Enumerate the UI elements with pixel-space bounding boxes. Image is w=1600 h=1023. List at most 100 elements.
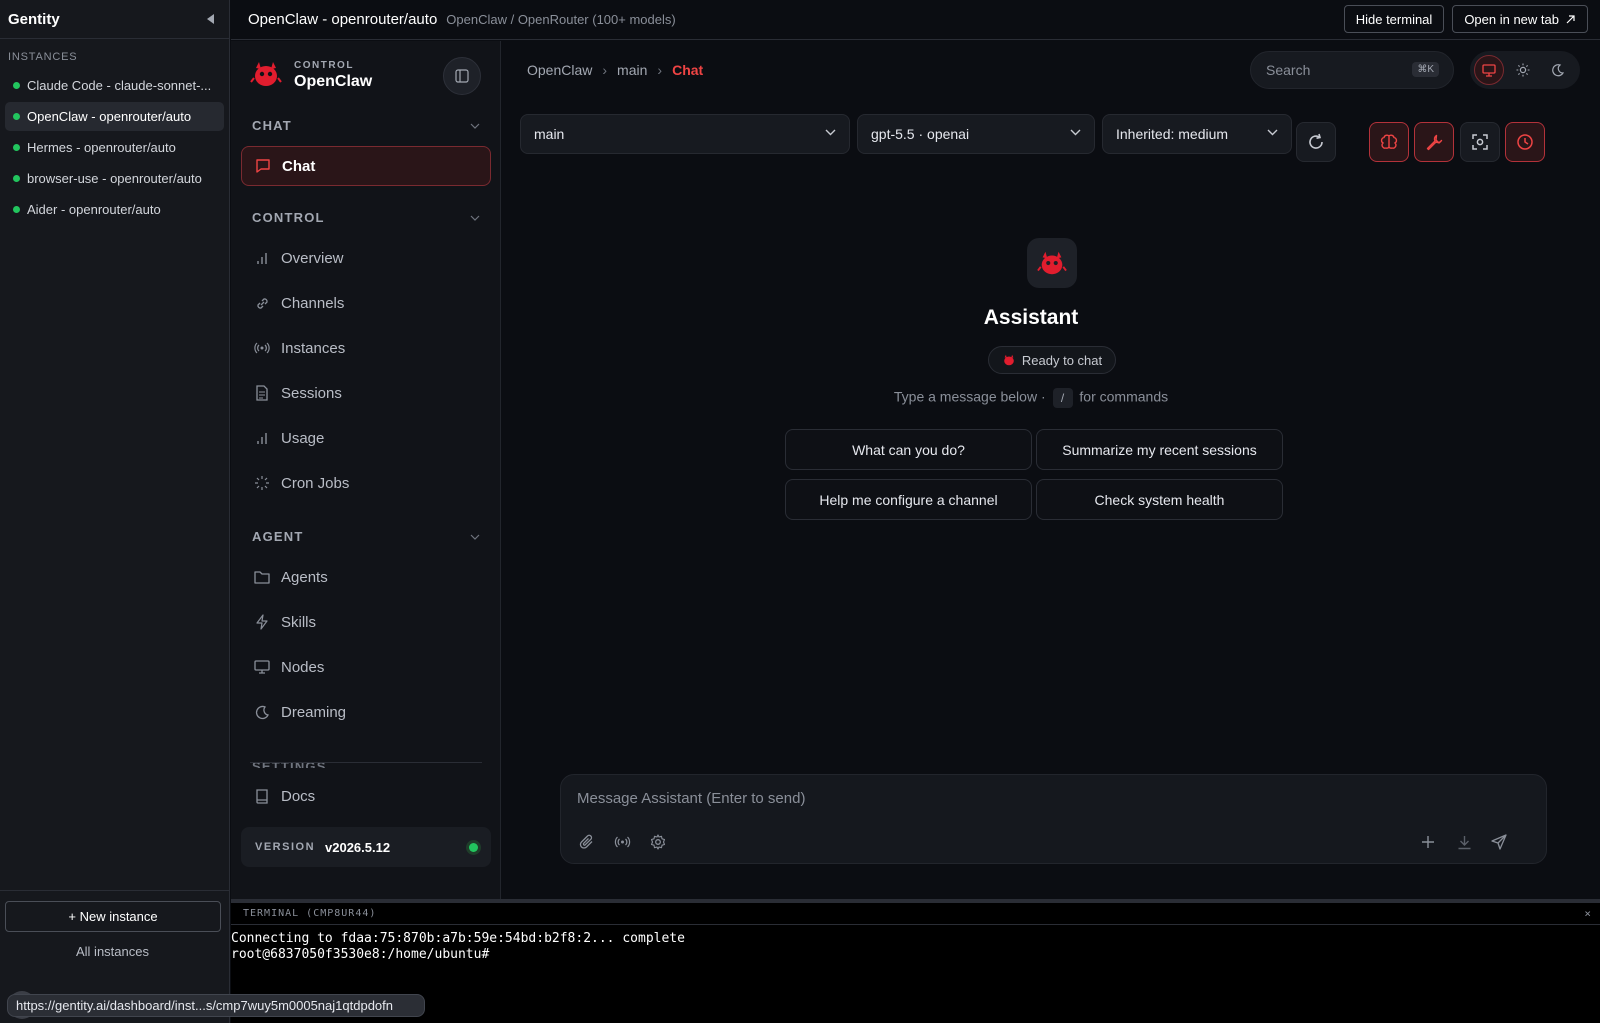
chevron-down-icon bbox=[1070, 129, 1081, 136]
session-select[interactable]: main bbox=[520, 114, 850, 154]
instance-item-openclaw[interactable]: OpenClaw - openrouter/auto bbox=[5, 102, 224, 131]
nav-item-dreaming[interactable]: Dreaming bbox=[241, 692, 491, 732]
breadcrumb-main[interactable]: main bbox=[617, 62, 647, 78]
folder-icon bbox=[253, 568, 271, 586]
nav-item-chat[interactable]: Chat bbox=[241, 146, 491, 186]
instance-item-aider[interactable]: Aider - openrouter/auto bbox=[5, 195, 224, 224]
search-shortcut: ⌘K bbox=[1412, 62, 1439, 77]
zap-icon bbox=[253, 613, 271, 631]
nav-item-nodes[interactable]: Nodes bbox=[241, 647, 491, 687]
session-select-value: main bbox=[534, 126, 565, 142]
moon-icon[interactable] bbox=[1542, 55, 1572, 85]
nav-item-sessions[interactable]: Sessions bbox=[241, 373, 491, 413]
connection-status-dot bbox=[469, 842, 478, 852]
nav-item-channels[interactable]: Channels bbox=[241, 283, 491, 323]
chat-group-label: CHAT bbox=[252, 118, 292, 133]
terminal-panel[interactable]: TERMINAL (CMP8UR44) × Connecting to fdaa… bbox=[231, 899, 1600, 1023]
sidebar-panel-icon[interactable] bbox=[443, 57, 481, 95]
hide-terminal-button[interactable]: Hide terminal bbox=[1343, 5, 1445, 33]
breadcrumb-current: Chat bbox=[672, 62, 704, 78]
instance-item-hermes[interactable]: Hermes - openrouter/auto bbox=[5, 133, 224, 162]
thinking-toggle-button[interactable] bbox=[1369, 122, 1409, 162]
close-icon[interactable]: × bbox=[1584, 907, 1592, 920]
link-icon bbox=[253, 294, 271, 312]
nav-item-cron-jobs[interactable]: Cron Jobs bbox=[241, 463, 491, 503]
new-instance-button[interactable]: + New instance bbox=[5, 901, 221, 932]
moon-icon bbox=[253, 703, 271, 721]
online-status-dot bbox=[13, 113, 20, 120]
suggestion-button[interactable]: Summarize my recent sessions bbox=[1036, 429, 1283, 470]
nav-item-label: Channels bbox=[281, 294, 345, 312]
agent-group-header[interactable]: AGENT bbox=[252, 529, 480, 544]
broadcast-icon bbox=[253, 339, 271, 357]
instance-title: OpenClaw - openrouter/auto bbox=[248, 11, 438, 28]
terminal-header: TERMINAL (CMP8UR44) × bbox=[231, 903, 1600, 925]
openclaw-logo-icon bbox=[1002, 353, 1016, 367]
loader-icon bbox=[253, 474, 271, 492]
terminal-output[interactable]: Connecting to fdaa:75:870b:a7b:59e:54bd:… bbox=[231, 925, 1600, 963]
breadcrumb-openclaw[interactable]: OpenClaw bbox=[527, 62, 592, 78]
nav-item-label: Dreaming bbox=[281, 703, 347, 721]
sun-icon[interactable] bbox=[1508, 55, 1538, 85]
instance-label: Aider - openrouter/auto bbox=[27, 202, 161, 217]
download-icon[interactable] bbox=[1454, 832, 1474, 852]
instance-label: Claude Code - claude-sonnet-... bbox=[27, 78, 212, 93]
refresh-button[interactable] bbox=[1296, 122, 1336, 162]
thinking-level-value: Inherited: medium bbox=[1116, 126, 1229, 142]
nav-item-agents[interactable]: Agents bbox=[241, 557, 491, 597]
control-group-header[interactable]: CONTROL bbox=[252, 210, 480, 225]
agent-group-label: AGENT bbox=[252, 529, 304, 544]
broadcast-icon[interactable] bbox=[612, 832, 632, 852]
chevron-down-icon bbox=[1267, 129, 1278, 136]
nav-item-label: Chat bbox=[282, 157, 316, 175]
online-status-dot bbox=[13, 82, 20, 89]
history-button[interactable] bbox=[1505, 122, 1545, 162]
suggestion-button[interactable]: Check system health bbox=[1036, 479, 1283, 520]
ready-status-text: Ready to chat bbox=[1021, 352, 1103, 368]
clock-icon bbox=[1516, 133, 1534, 151]
instance-item-browser-use[interactable]: browser-use - openrouter/auto bbox=[5, 164, 224, 193]
instance-subtitle: OpenClaw / OpenRouter (100+ models) bbox=[446, 12, 676, 27]
paperclip-icon[interactable] bbox=[577, 832, 597, 852]
suggestion-button[interactable]: Help me configure a channel bbox=[785, 479, 1032, 520]
link-status-bar: https://gentity.ai/dashboard/inst...s/cm… bbox=[7, 994, 425, 1017]
terminal-line: Connecting to fdaa:75:870b:a7b:59e:54bd:… bbox=[231, 931, 685, 946]
open-new-tab-label: Open in new tab bbox=[1464, 11, 1559, 27]
tools-toggle-button[interactable] bbox=[1414, 122, 1454, 162]
model-select[interactable]: gpt-5.5 · openai bbox=[857, 114, 1095, 154]
brand-name: Gentity bbox=[8, 10, 60, 28]
suggestion-button[interactable]: What can you do? bbox=[785, 429, 1032, 470]
search-input[interactable]: Search ⌘K bbox=[1250, 51, 1454, 89]
control-group-label: CONTROL bbox=[252, 210, 325, 225]
ready-status-badge: Ready to chat bbox=[988, 346, 1116, 374]
monitor-icon[interactable] bbox=[1474, 55, 1504, 85]
nav-item-overview[interactable]: Overview bbox=[241, 238, 491, 278]
send-icon[interactable] bbox=[1489, 832, 1509, 852]
hint-text-before: Type a message below · bbox=[893, 388, 1046, 405]
assistant-avatar bbox=[1027, 238, 1077, 288]
open-new-tab-button[interactable]: Open in new tab bbox=[1452, 5, 1588, 33]
nav-item-docs[interactable]: Docs bbox=[241, 776, 491, 816]
gear-icon[interactable] bbox=[648, 832, 668, 852]
message-input[interactable]: Message Assistant (Enter to send) bbox=[577, 790, 805, 807]
instance-item-claude-code[interactable]: Claude Code - claude-sonnet-... bbox=[5, 71, 224, 100]
nav-item-label: Nodes bbox=[281, 658, 325, 676]
all-instances-link[interactable]: All instances bbox=[0, 944, 225, 959]
monitor-icon bbox=[253, 658, 271, 676]
top-bar-actions: Hide terminal Open in new tab bbox=[1343, 5, 1588, 33]
focus-mode-button[interactable] bbox=[1460, 122, 1500, 162]
thinking-level-select[interactable]: Inherited: medium bbox=[1102, 114, 1292, 154]
chat-group-header[interactable]: CHAT bbox=[252, 118, 480, 133]
chevron-down-icon bbox=[470, 123, 480, 129]
nav-item-skills[interactable]: Skills bbox=[241, 602, 491, 642]
version-value: v2026.5.12 bbox=[325, 839, 391, 855]
scan-icon bbox=[1471, 133, 1489, 151]
plus-icon[interactable] bbox=[1418, 832, 1438, 852]
online-status-dot bbox=[13, 175, 20, 182]
nav-item-instances[interactable]: Instances bbox=[241, 328, 491, 368]
message-composer[interactable]: Message Assistant (Enter to send) bbox=[560, 774, 1547, 864]
slash-key: / bbox=[1052, 388, 1073, 408]
collapse-sidebar-icon[interactable] bbox=[203, 12, 217, 26]
nav-divider bbox=[250, 762, 482, 763]
nav-item-usage[interactable]: Usage bbox=[241, 418, 491, 458]
